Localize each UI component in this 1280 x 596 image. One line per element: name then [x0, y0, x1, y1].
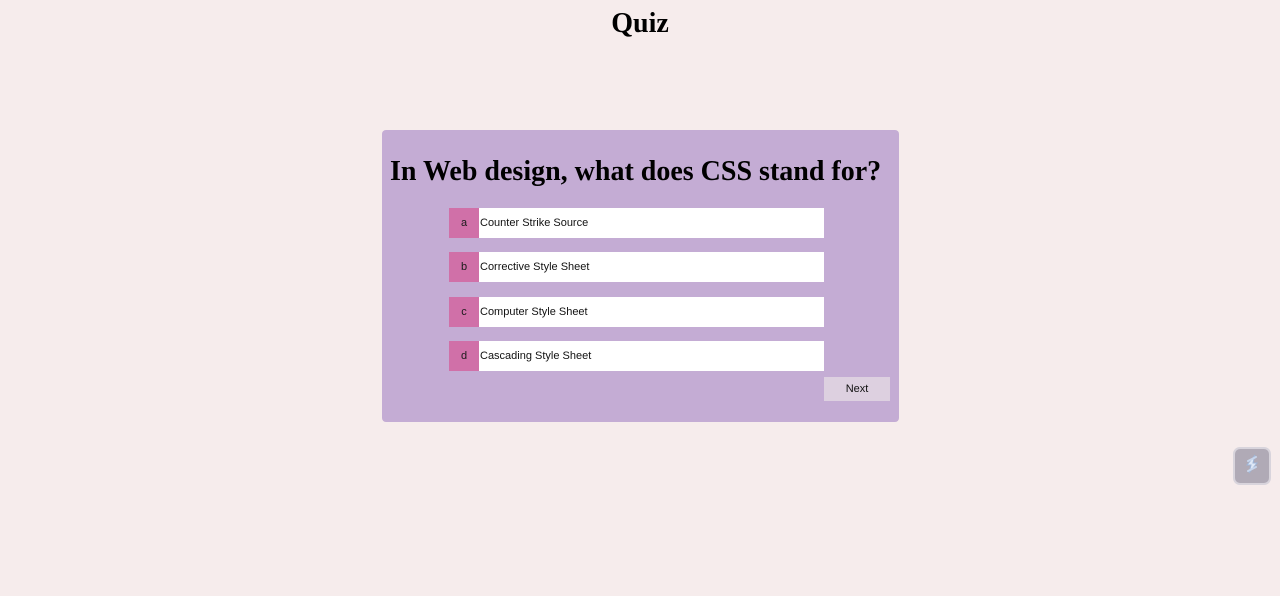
option-b[interactable]: b Corrective Style Sheet — [449, 252, 824, 282]
quiz-page: Quiz In Web design, what does CSS stand … — [0, 0, 1280, 596]
option-label: Corrective Style Sheet — [479, 252, 824, 282]
question-text: In Web design, what does CSS stand for? — [390, 156, 882, 187]
option-d[interactable]: d Cascading Style Sheet — [449, 341, 824, 371]
option-c[interactable]: c Computer Style Sheet — [449, 297, 824, 327]
quiz-card: In Web design, what does CSS stand for? … — [382, 130, 899, 422]
option-a[interactable]: a Counter Strike Source — [449, 208, 824, 238]
option-letter: a — [449, 208, 479, 238]
page-title: Quiz — [611, 8, 669, 39]
lightning-bolt-icon — [1241, 453, 1263, 480]
option-letter: d — [449, 341, 479, 371]
option-letter: c — [449, 297, 479, 327]
option-label: Computer Style Sheet — [479, 297, 824, 327]
next-button[interactable]: Next — [824, 377, 890, 401]
option-label: Cascading Style Sheet — [479, 341, 824, 371]
option-label: Counter Strike Source — [479, 208, 824, 238]
floating-widget-button[interactable] — [1233, 447, 1271, 485]
option-letter: b — [449, 252, 479, 282]
